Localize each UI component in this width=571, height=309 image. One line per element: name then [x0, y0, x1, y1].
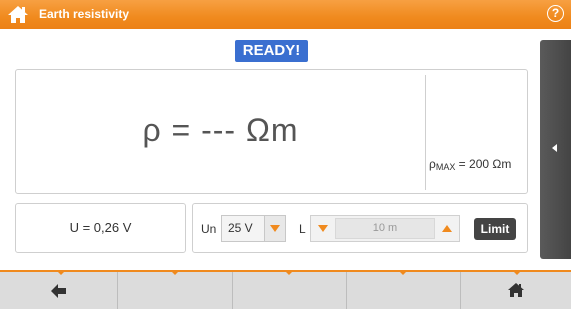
- voltage-readout: U = 0,26 V: [15, 203, 186, 253]
- un-value: 25 V: [228, 221, 253, 235]
- l-label: L: [299, 222, 306, 236]
- divider: [425, 75, 426, 190]
- bottom-toolbar: [0, 270, 571, 309]
- back-button[interactable]: [0, 272, 118, 309]
- result-panel: ρ = --- Ωm ρMAX = 200 Ωm: [15, 69, 528, 194]
- footer-button-3[interactable]: [233, 272, 347, 309]
- footer-button-2[interactable]: [118, 272, 233, 309]
- resistivity-readout: ρ = --- Ωm: [142, 112, 299, 148]
- settings-panel: Un 25 V L 10 m Limit: [192, 203, 528, 253]
- rho-max-value: = 200 Ωm: [455, 157, 512, 171]
- page-title: Earth resistivity: [39, 7, 130, 21]
- back-icon: [51, 284, 66, 298]
- footer-button-4[interactable]: [347, 272, 461, 309]
- length-stepper[interactable]: 10 m: [310, 215, 460, 242]
- rho-max-label: ρMAX = 200 Ωm: [429, 157, 529, 172]
- decrease-icon[interactable]: [318, 225, 328, 232]
- home-icon: [8, 6, 28, 23]
- home-button[interactable]: [6, 4, 30, 25]
- status-badge: READY!: [235, 40, 308, 62]
- increase-icon[interactable]: [442, 225, 452, 232]
- un-dropdown-button[interactable]: [264, 216, 285, 241]
- home-button-bottom[interactable]: [461, 272, 571, 309]
- title-bar: Earth resistivity ?: [0, 0, 571, 29]
- un-label: Un: [201, 222, 217, 236]
- help-icon[interactable]: ?: [547, 5, 564, 22]
- length-value: 10 m: [335, 218, 435, 239]
- arrow-left-icon: [552, 144, 557, 152]
- rho-max-subscript: MAX: [435, 162, 456, 172]
- chevron-down-icon: [270, 225, 280, 232]
- rho-max-symbol: ρ: [429, 157, 436, 171]
- un-voltage-select[interactable]: 25 V: [221, 215, 286, 242]
- side-panel-tab[interactable]: [540, 40, 571, 259]
- limit-button[interactable]: Limit: [474, 218, 516, 240]
- home-icon: [508, 283, 524, 297]
